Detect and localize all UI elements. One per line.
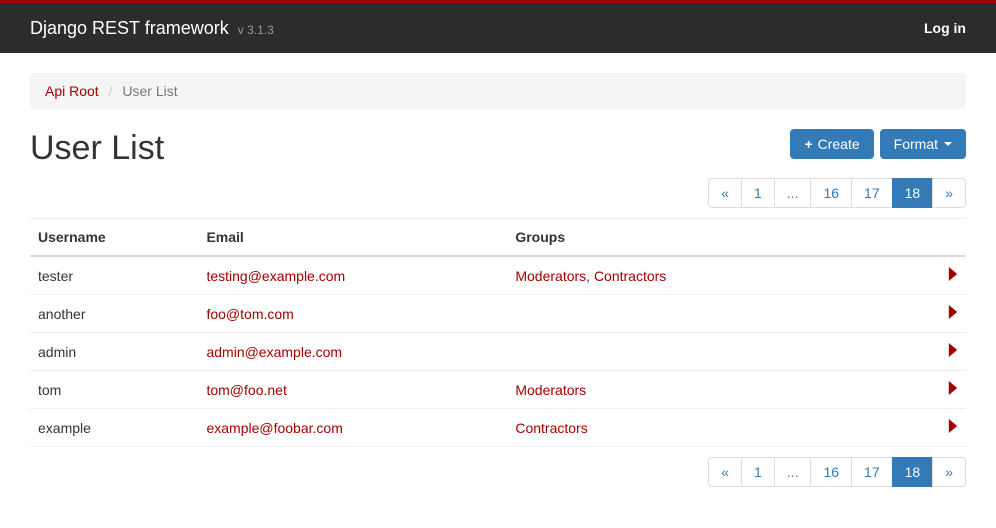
cell-username: admin (30, 333, 198, 371)
user-table: Username Email Groups tester testing@exam… (30, 218, 966, 447)
group-link[interactable]: Contractors (594, 268, 666, 284)
cell-groups: Moderators, Contractors (507, 256, 881, 295)
chevron-right-icon (948, 344, 958, 360)
chevron-right-icon (948, 268, 958, 284)
login-link[interactable]: Log in (924, 20, 966, 36)
plus-icon: + (804, 136, 812, 152)
action-buttons: + Create Format (790, 129, 966, 159)
page-1[interactable]: 1 (741, 457, 775, 487)
page-next[interactable]: » (932, 178, 966, 208)
group-link[interactable]: Moderators (515, 382, 586, 398)
create-button[interactable]: + Create (790, 129, 873, 159)
email-link[interactable]: tom@foo.net (206, 382, 286, 398)
email-link[interactable]: testing@example.com (206, 268, 345, 284)
format-button[interactable]: Format (880, 129, 966, 159)
create-button-label: Create (818, 136, 860, 152)
table-row: tom tom@foo.net Moderators (30, 371, 966, 409)
chevron-right-icon (948, 306, 958, 322)
cell-username: another (30, 295, 198, 333)
brand-name: Django REST framework (30, 18, 229, 38)
cell-username: tester (30, 256, 198, 295)
page-next[interactable]: » (932, 457, 966, 487)
table-row: another foo@tom.com (30, 295, 966, 333)
email-link[interactable]: foo@tom.com (206, 306, 293, 322)
page-18[interactable]: 18 (892, 178, 934, 208)
page-prev[interactable]: « (708, 457, 742, 487)
breadcrumb-root[interactable]: Api Root (45, 83, 99, 99)
row-detail-button[interactable] (882, 256, 966, 295)
breadcrumb: Api Root / User List (30, 73, 966, 109)
row-detail-button[interactable] (882, 409, 966, 447)
table-row: tester testing@example.com Moderators, Con… (30, 256, 966, 295)
page-prev[interactable]: « (708, 178, 742, 208)
page-16[interactable]: 16 (810, 457, 852, 487)
breadcrumb-separator: / (109, 83, 113, 99)
page-16[interactable]: 16 (810, 178, 852, 208)
cell-username: tom (30, 371, 198, 409)
cell-groups (507, 333, 881, 371)
cell-groups: Moderators (507, 371, 881, 409)
cell-username: example (30, 409, 198, 447)
row-detail-button[interactable] (882, 295, 966, 333)
page-title: User List (30, 129, 164, 168)
page-18[interactable]: 18 (892, 457, 934, 487)
chevron-right-icon (948, 382, 958, 398)
pagination-top: «1...161718» (30, 178, 966, 208)
th-action (882, 219, 966, 257)
th-username: Username (30, 219, 198, 257)
page-1[interactable]: 1 (741, 178, 775, 208)
page-17[interactable]: 17 (851, 457, 893, 487)
th-email: Email (198, 219, 507, 257)
page-ellipsis: ... (774, 457, 812, 487)
page-17[interactable]: 17 (851, 178, 893, 208)
table-row: admin admin@example.com (30, 333, 966, 371)
row-detail-button[interactable] (882, 371, 966, 409)
header-row: User List + Create Format (30, 129, 966, 168)
main-container: Api Root / User List User List + Create … (0, 53, 996, 517)
caret-down-icon (944, 142, 952, 146)
group-link[interactable]: Contractors (515, 420, 587, 436)
cell-groups: Contractors (507, 409, 881, 447)
chevron-right-icon (948, 420, 958, 436)
cell-email: foo@tom.com (198, 295, 507, 333)
cell-groups (507, 295, 881, 333)
group-link[interactable]: Moderators (515, 268, 586, 284)
cell-email: admin@example.com (198, 333, 507, 371)
breadcrumb-current: User List (122, 83, 177, 99)
cell-email: tom@foo.net (198, 371, 507, 409)
pagination-bottom: «1...161718» (30, 457, 966, 487)
email-link[interactable]: admin@example.com (206, 344, 342, 360)
cell-email: testing@example.com (198, 256, 507, 295)
table-row: example example@foobar.com Contractors (30, 409, 966, 447)
format-button-label: Format (894, 136, 938, 152)
email-link[interactable]: example@foobar.com (206, 420, 342, 436)
cell-email: example@foobar.com (198, 409, 507, 447)
th-groups: Groups (507, 219, 881, 257)
brand-version: v 3.1.3 (238, 23, 274, 37)
table-header-row: Username Email Groups (30, 219, 966, 257)
page-ellipsis: ... (774, 178, 812, 208)
row-detail-button[interactable] (882, 333, 966, 371)
brand-link[interactable]: Django REST framework v 3.1.3 (30, 18, 274, 39)
navbar: Django REST framework v 3.1.3 Log in (0, 3, 996, 53)
